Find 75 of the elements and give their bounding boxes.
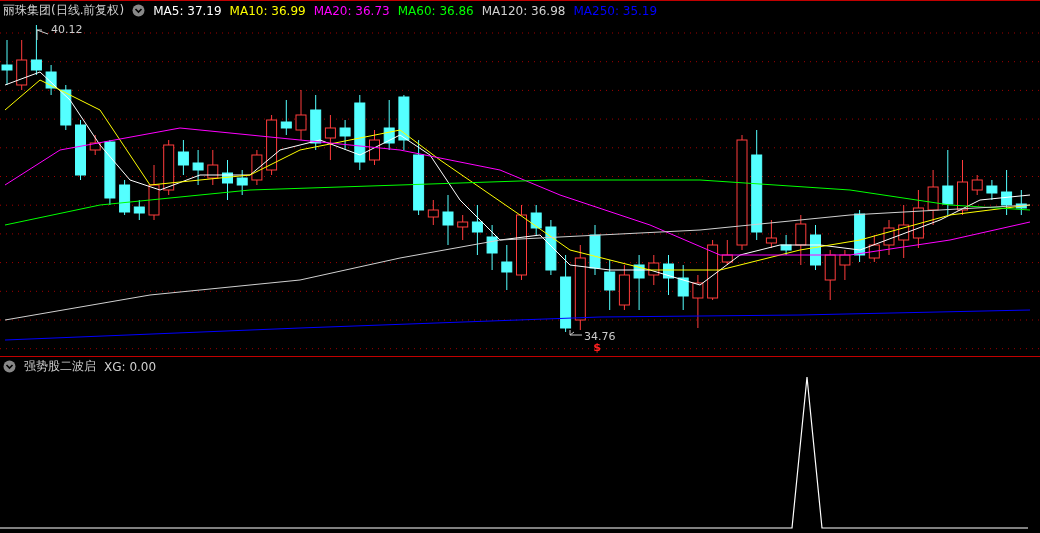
- candlestick: [442, 194, 454, 246]
- candlestick: [957, 159, 968, 216]
- candlestick: [89, 134, 101, 156]
- moving-average-value: MA250: 35.19: [573, 3, 658, 18]
- candlestick: [839, 249, 851, 281]
- candlestick: [222, 159, 233, 201]
- candlestick: [677, 264, 689, 311]
- candlestick: [427, 199, 439, 226]
- candlestick: [707, 239, 719, 301]
- candlestick: [927, 169, 939, 226]
- candlestick: [486, 224, 498, 271]
- candlestick: [692, 274, 704, 329]
- candlestick: [119, 179, 131, 216]
- candlestick: [912, 189, 924, 249]
- candlestick: [648, 254, 660, 286]
- candlestick: [369, 129, 380, 166]
- candlestick: [310, 94, 322, 151]
- candlestick: [148, 164, 160, 221]
- candlestick: [192, 149, 204, 186]
- candlestick: [75, 119, 86, 181]
- candlestick: [618, 264, 630, 311]
- candlestick: [339, 119, 351, 151]
- candlestick: [104, 139, 116, 206]
- candlestick: [898, 204, 910, 259]
- candlestick: [177, 139, 189, 176]
- dropdown-icon[interactable]: [132, 4, 146, 17]
- signal-marker: $: [593, 341, 601, 354]
- candlestick: [471, 204, 483, 256]
- candlestick: [60, 84, 72, 131]
- candlestick: [251, 149, 263, 186]
- stock-title: 丽珠集团(日线.前复权): [3, 2, 125, 19]
- candlestick: [236, 169, 248, 196]
- candlestick: [530, 204, 542, 236]
- candlestick: [795, 214, 807, 266]
- candlestick: [854, 209, 866, 263]
- candlestick: [398, 94, 410, 151]
- candlestick: [868, 234, 880, 263]
- candlestick: [589, 224, 601, 276]
- candlestick: [1015, 189, 1027, 216]
- moving-average-value: MA10: 36.99: [229, 3, 306, 18]
- candlestick: [545, 219, 557, 276]
- candlestick: [16, 39, 28, 91]
- candlestick: [663, 254, 674, 296]
- candlestick: [824, 249, 836, 301]
- candlestick: [207, 149, 219, 186]
- candlestick: [1001, 169, 1013, 216]
- candlestick: [295, 89, 307, 141]
- candlestick: [721, 239, 733, 266]
- candlestick: [883, 219, 895, 256]
- candlestick: [633, 254, 645, 311]
- candlestick: [971, 174, 983, 196]
- candlestick: [280, 99, 292, 136]
- indicator-value: XG: 0.00: [104, 359, 157, 374]
- candlestick: [604, 259, 616, 311]
- candlestick: [383, 99, 395, 151]
- moving-average-value: MA20: 36.73: [313, 3, 390, 18]
- moving-average-value: MA60: 36.86: [397, 3, 474, 18]
- candlestick: [266, 114, 278, 176]
- dropdown-icon[interactable]: [3, 360, 16, 373]
- candlestick: [765, 219, 777, 249]
- candlestick: [501, 244, 513, 291]
- candlestick: [45, 64, 57, 96]
- candlestick: [1, 39, 13, 86]
- moving-average-value: MA5: 37.19: [153, 3, 222, 18]
- moving-average-value: MA120: 36.98: [481, 3, 566, 18]
- candlestick: [324, 114, 336, 161]
- candlestick: [942, 149, 954, 216]
- candlestick: [986, 179, 998, 201]
- indicator-title: 强势股二波启: [24, 358, 96, 375]
- candlestick: [163, 139, 175, 196]
- candlestick: [30, 24, 42, 76]
- candlestick: [133, 199, 145, 221]
- candlestick: [457, 214, 469, 241]
- candlestick: [810, 224, 821, 271]
- candlestick: [780, 234, 792, 256]
